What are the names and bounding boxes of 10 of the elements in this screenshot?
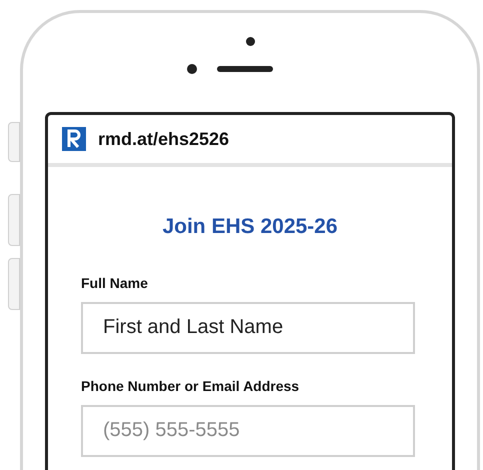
field-label: Phone Number or Email Address — [81, 376, 300, 396]
input-field[interactable]: First and Last Name — [81, 302, 415, 354]
form-title: Join EHS 2025-26 — [162, 214, 338, 240]
sensor-icon — [187, 64, 197, 74]
field-label: Full Name — [81, 274, 149, 292]
speaker-icon — [217, 66, 273, 72]
camera-icon — [246, 37, 254, 46]
url-text: rmd.at/ehs2526 — [98, 128, 230, 150]
input-field[interactable]: (555) 555-5555 — [81, 404, 415, 456]
logo-icon — [62, 127, 86, 151]
